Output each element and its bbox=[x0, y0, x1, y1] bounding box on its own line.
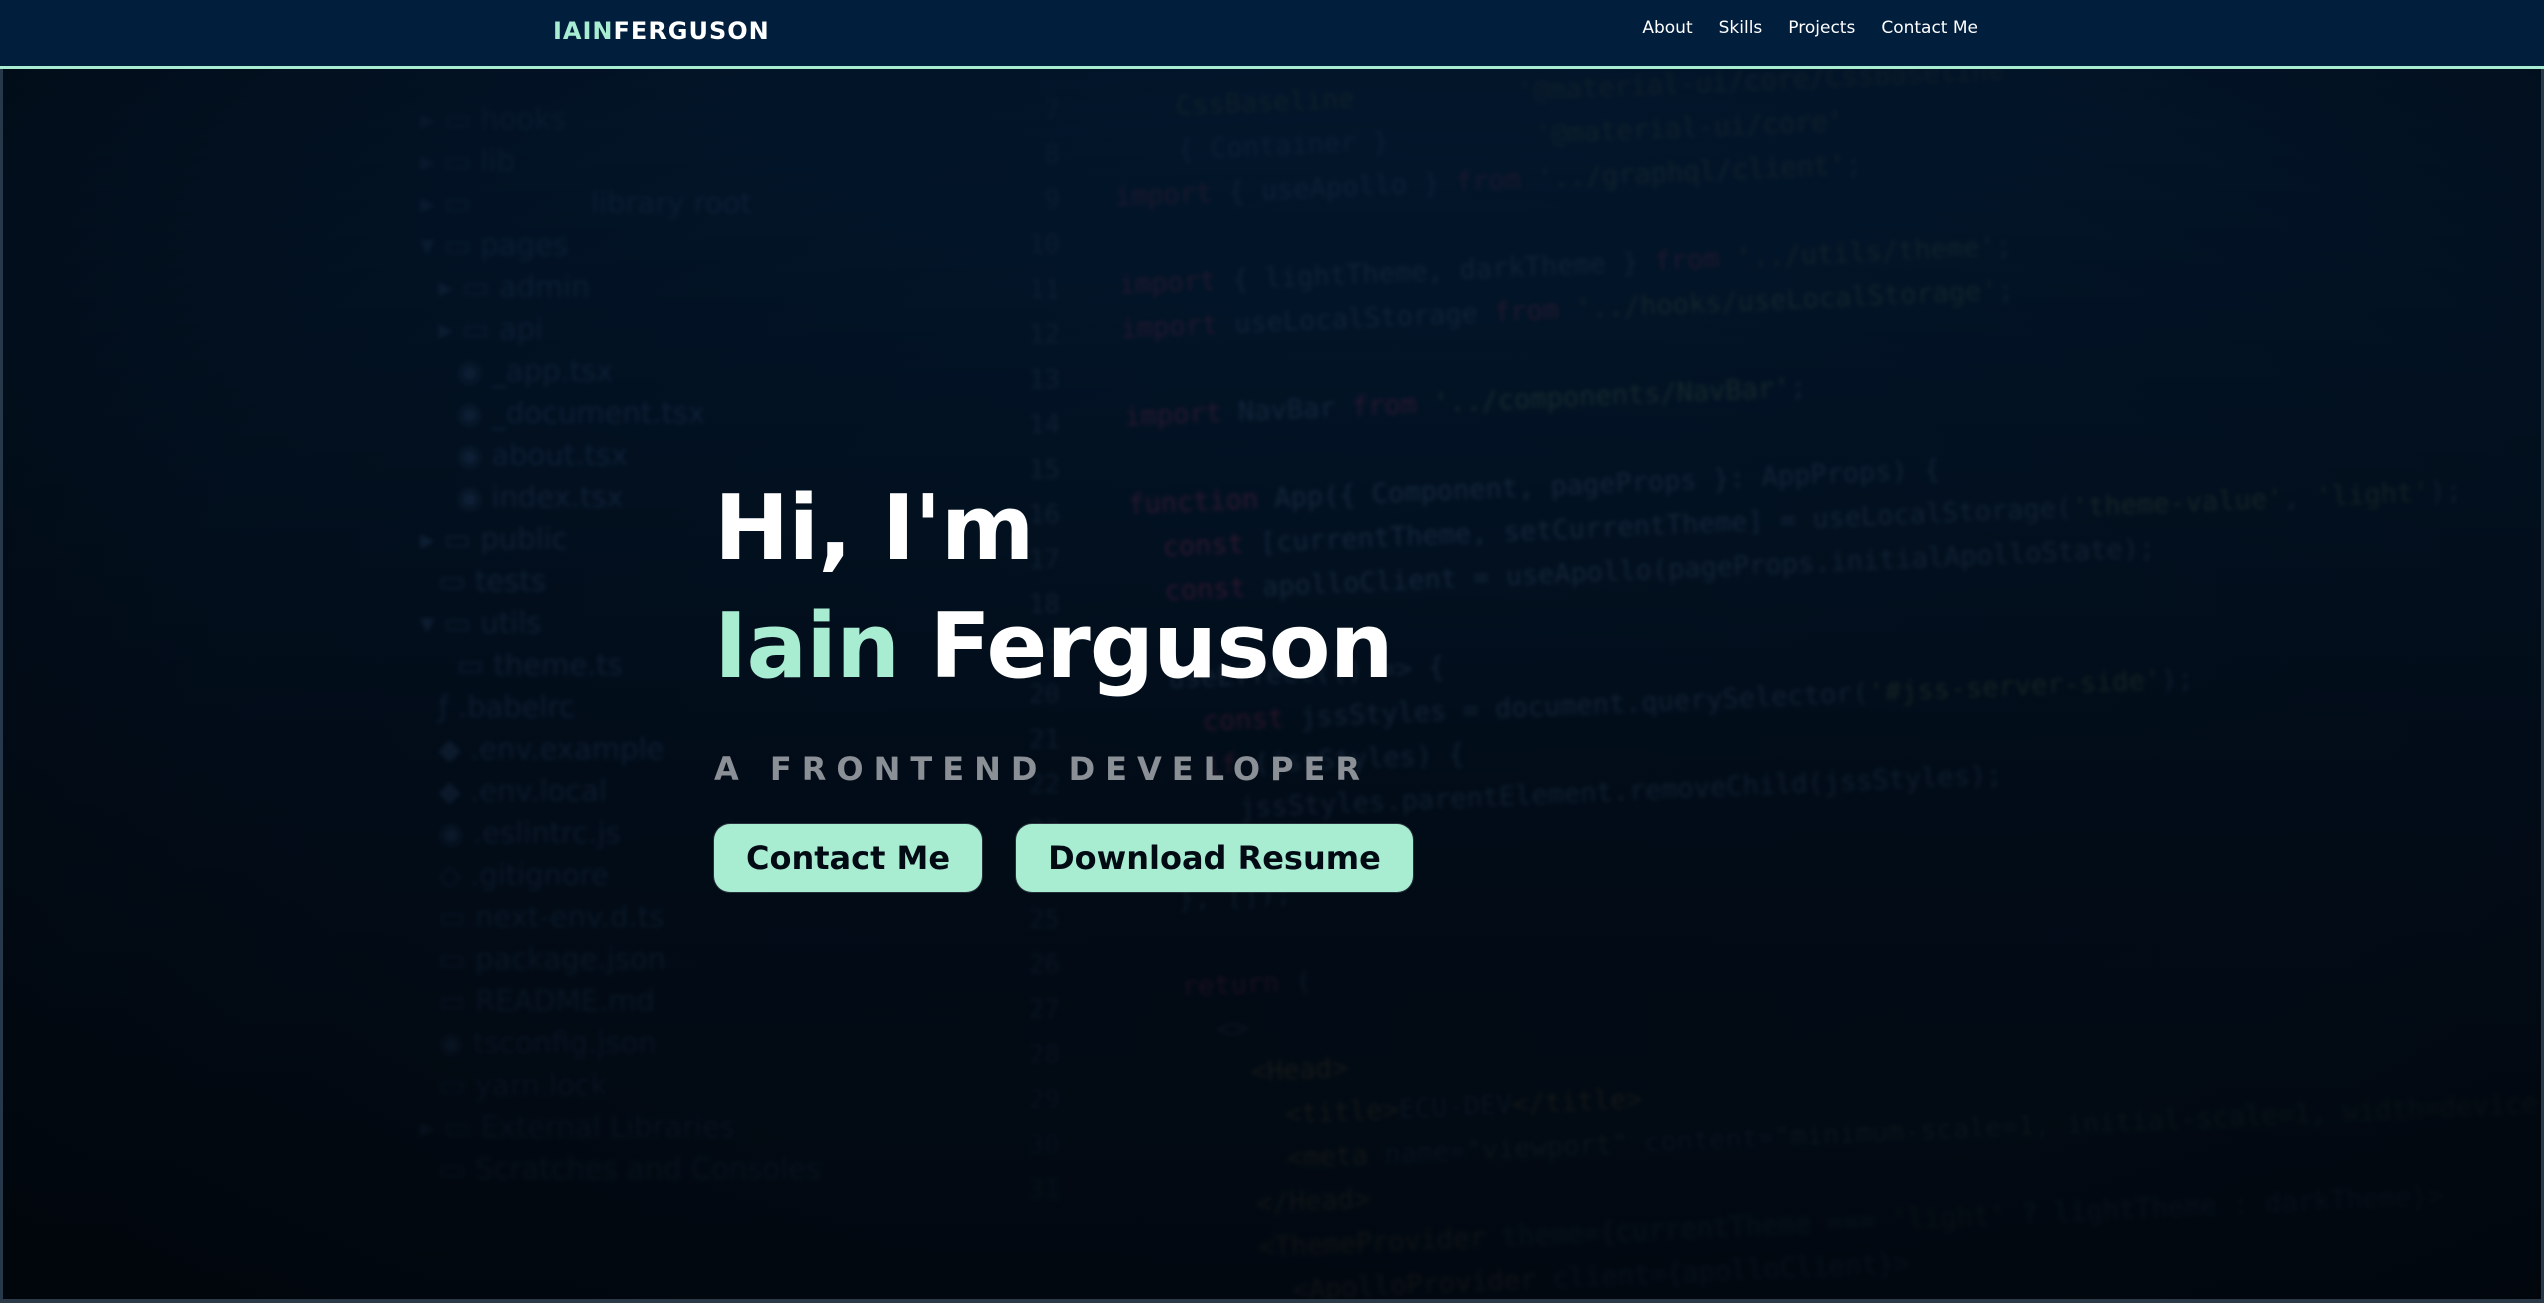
nav-link-projects[interactable]: Projects bbox=[1788, 18, 1855, 38]
navbar: IAINFERGUSON About Skills Projects Conta… bbox=[0, 0, 2544, 69]
download-resume-button[interactable]: Download Resume bbox=[1016, 824, 1413, 892]
left-edge bbox=[0, 0, 3, 1303]
hero-greeting: Hi, I'm bbox=[714, 476, 1035, 581]
logo[interactable]: IAINFERGUSON bbox=[553, 17, 770, 45]
logo-accent: IAIN bbox=[553, 17, 614, 45]
nav-link-contact[interactable]: Contact Me bbox=[1881, 18, 1978, 38]
hero-first-name: Iain bbox=[714, 594, 900, 699]
hero-subtitle: A FRONTEND DEVELOPER bbox=[714, 750, 1371, 788]
contact-me-button[interactable]: Contact Me bbox=[714, 824, 983, 892]
bottom-border bbox=[0, 1299, 2544, 1303]
nav-link-about[interactable]: About bbox=[1642, 18, 1692, 38]
hero-last-name: Ferguson bbox=[929, 594, 1393, 699]
hero-buttons: Contact Me Download Resume bbox=[714, 824, 1413, 892]
nav-link-skills[interactable]: Skills bbox=[1719, 18, 1763, 38]
page: ▸ ▭ hooks ▸ ▭ lib ▸ ▭ library root ▾ ▭ p… bbox=[0, 0, 2544, 1303]
logo-rest: FERGUSON bbox=[613, 17, 770, 45]
hero-heading: Hi, I'm Iain Ferguson bbox=[714, 470, 1413, 706]
hero-section: Hi, I'm Iain Ferguson A FRONTEND DEVELOP… bbox=[714, 470, 1413, 892]
nav-links: About Skills Projects Contact Me bbox=[1642, 18, 1978, 38]
